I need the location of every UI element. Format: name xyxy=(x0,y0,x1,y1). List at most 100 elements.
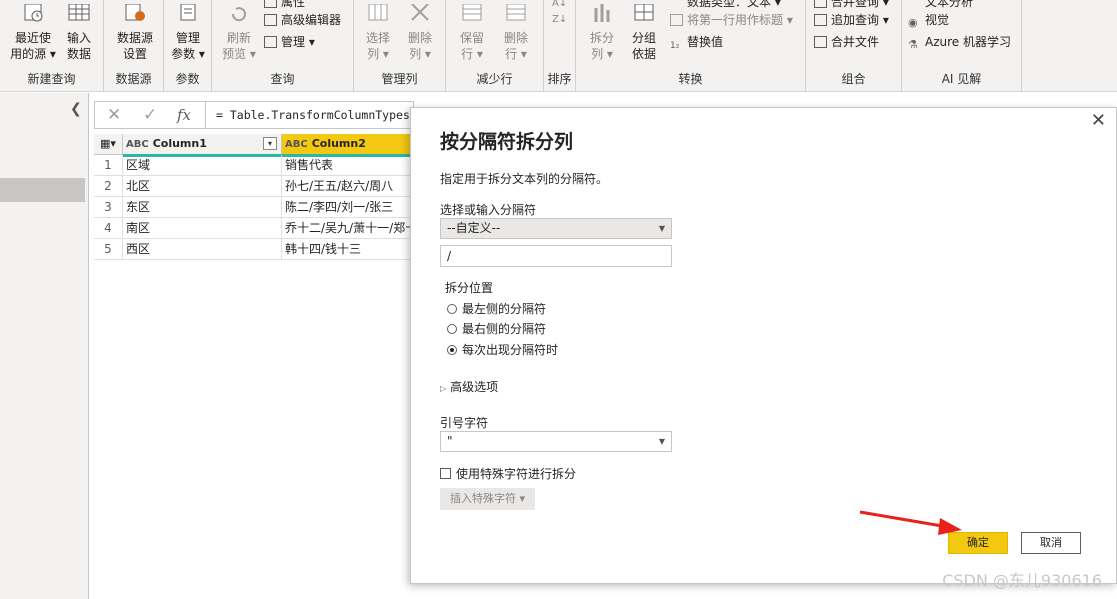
table-row[interactable]: 5 西区 韩十四/钱十三 xyxy=(94,239,414,260)
ribbon: 最近使 用的源 ▾ 输入 数据 新建查询 数据源 设置 数据源 管理 参数 ▾ … xyxy=(0,0,1117,92)
manage-params-label-1: 管理 xyxy=(175,31,200,45)
group-label-combine: 组合 xyxy=(841,72,866,86)
quote-char-select[interactable]: " ▼ xyxy=(440,431,672,452)
group-label-query: 查询 xyxy=(270,72,295,86)
choose-cols-label-1: 选择 xyxy=(365,31,390,45)
azure-ml-button[interactable]: ⚗ Azure 机器学习 xyxy=(908,34,1011,51)
row-number[interactable]: 1 xyxy=(94,155,123,175)
group-data-source: 数据源 设置 数据源 xyxy=(104,0,164,92)
column-header-column1[interactable]: ABC Column1 ▾ xyxy=(123,134,282,154)
cell-column2[interactable]: 韩十四/钱十三 xyxy=(282,239,414,259)
collapse-pane-icon[interactable]: ❮ xyxy=(70,101,82,117)
table-row[interactable]: 4 南区 乔十二/吴九/萧十一/郑十 xyxy=(94,218,414,239)
close-icon[interactable]: ✕ xyxy=(1091,110,1106,131)
split-column-button[interactable]: 拆分 列 ▾ xyxy=(582,4,622,62)
cell-column1[interactable]: 东区 xyxy=(123,197,282,217)
formula-input[interactable]: = Table.TransformColumnTypes(源 xyxy=(205,102,413,128)
cell-column2[interactable]: 陈二/李四/刘一/张三 xyxy=(282,197,414,217)
cell-column2[interactable]: 销售代表 xyxy=(282,155,414,175)
enter-data-label-1: 输入 xyxy=(66,31,91,45)
row-number[interactable]: 3 xyxy=(94,197,123,217)
text-type-icon[interactable]: ABC xyxy=(285,139,308,150)
special-chars-checkbox[interactable]: 使用特殊字符进行拆分 xyxy=(440,465,576,482)
properties-button[interactable]: 属性 xyxy=(264,0,305,10)
cell-column1[interactable]: 西区 xyxy=(123,239,282,259)
keep-rows-icon xyxy=(462,4,482,21)
radio-each-occurrence-label: 每次出现分隔符时 xyxy=(462,343,559,357)
insert-special-char-button[interactable]: 插入特殊字符 ▾ xyxy=(440,488,535,510)
row-number[interactable]: 5 xyxy=(94,239,123,259)
group-label-params: 参数 xyxy=(175,72,200,86)
caret-right-icon: ▷ xyxy=(440,384,447,393)
group-by-icon xyxy=(634,4,654,21)
table-row[interactable]: 3 东区 陈二/李四/刘一/张三 xyxy=(94,197,414,218)
filter-dropdown-icon[interactable]: ▾ xyxy=(263,137,277,150)
group-by-label-2: 依据 xyxy=(631,47,656,61)
first-row-headers-button[interactable]: 将第一行用作标题 ▾ xyxy=(670,12,793,28)
manage-button[interactable]: 管理 ▾ xyxy=(264,34,315,50)
advanced-editor-button[interactable]: 高级编辑器 xyxy=(264,12,341,28)
text-type-icon[interactable]: ABC xyxy=(126,139,149,150)
append-queries-icon xyxy=(814,14,827,26)
recent-sources-label-1: 最近使 xyxy=(14,31,51,45)
append-queries-label: 追加查询 ▾ xyxy=(831,13,889,27)
choose-columns-button[interactable]: 选择 列 ▾ xyxy=(360,4,396,62)
column-header-column2[interactable]: ABC Column2 xyxy=(282,134,414,154)
ds-settings-label-2: 设置 xyxy=(122,47,147,61)
group-ai: 文本分析 ◉ 视觉 ⚗ Azure 机器学习 AI 见解 xyxy=(902,0,1022,92)
cell-column1[interactable]: 北区 xyxy=(123,176,282,196)
radio-right-most[interactable]: 最右侧的分隔符 xyxy=(447,320,546,337)
group-reduce-rows: 保留 行 ▾ 删除 行 ▾ 减少行 xyxy=(446,0,544,92)
gear-icon xyxy=(125,4,145,21)
data-grid: ▦▾ ABC Column1 ▾ ABC Column2 1 区域 销售代表 2 北区 孙七/… xyxy=(94,134,414,260)
group-manage-columns: 选择 列 ▾ 删除 列 ▾ 管理列 xyxy=(354,0,446,92)
radio-left-most[interactable]: 最左侧的分隔符 xyxy=(447,300,546,317)
cell-column1[interactable]: 区域 xyxy=(123,155,282,175)
radio-each-occurrence-circle xyxy=(447,345,457,355)
keep-rows-button[interactable]: 保留 行 ▾ xyxy=(454,4,490,62)
text-analytics-button[interactable]: 文本分析 xyxy=(908,0,973,10)
group-by-button[interactable]: 分组 依据 xyxy=(626,4,662,62)
vision-button[interactable]: ◉ 视觉 xyxy=(908,12,949,29)
sort-ascending-icon[interactable]: A↓ xyxy=(552,0,567,12)
table-row[interactable]: 1 区域 销售代表 xyxy=(94,155,414,176)
data-source-settings-button[interactable]: 数据源 设置 xyxy=(112,4,158,62)
table-menu-icon[interactable]: ▦▾ xyxy=(94,134,123,154)
remove-rows-button[interactable]: 删除 行 ▾ xyxy=(498,4,534,62)
radio-each-occurrence[interactable]: 每次出现分隔符时 xyxy=(447,341,558,358)
advanced-editor-label: 高级编辑器 xyxy=(281,13,342,27)
cancel-formula-icon[interactable]: ✕ xyxy=(107,105,121,125)
data-type-icon xyxy=(670,0,683,8)
group-query: 刷新 预览 ▾ 属性 高级编辑器 管理 ▾ 查询 xyxy=(212,0,354,92)
group-combine: 合并查询 ▾ 追加查询 ▾ 合并文件 组合 xyxy=(806,0,902,92)
recent-sources-button[interactable]: 最近使 用的源 ▾ xyxy=(10,4,56,62)
delimiter-input[interactable]: / xyxy=(440,245,672,267)
cell-column2[interactable]: 孙七/王五/赵六/周八 xyxy=(282,176,414,196)
selected-query-item[interactable] xyxy=(0,178,85,202)
commit-formula-icon[interactable]: ✓ xyxy=(143,105,157,125)
sort-descending-icon[interactable]: Z↓ xyxy=(552,12,567,28)
group-label-sort: 排序 xyxy=(547,72,572,86)
row-number[interactable]: 4 xyxy=(94,218,123,238)
group-sort: A↓ Z↓ 排序 xyxy=(544,0,576,92)
choose-cols-label-2: 列 ▾ xyxy=(367,47,389,61)
replace-values-button[interactable]: 1₂ 替换值 xyxy=(670,34,723,51)
data-type-dropdown[interactable]: 数据类型：文本 ▾ xyxy=(670,0,781,10)
refresh-preview-button[interactable]: 刷新 预览 ▾ xyxy=(218,4,260,62)
cell-column2[interactable]: 乔十二/吴九/萧十一/郑十 xyxy=(282,218,414,238)
cancel-button[interactable]: 取消 xyxy=(1021,532,1081,554)
cell-column1[interactable]: 南区 xyxy=(123,218,282,238)
manage-icon xyxy=(264,36,277,48)
row-number[interactable]: 2 xyxy=(94,176,123,196)
remove-columns-button[interactable]: 删除 列 ▾ xyxy=(402,4,438,62)
combine-files-button[interactable]: 合并文件 xyxy=(814,34,879,50)
append-queries-button[interactable]: 追加查询 ▾ xyxy=(814,12,889,28)
table-row[interactable]: 2 北区 孙七/王五/赵六/周八 xyxy=(94,176,414,197)
delimiter-select[interactable]: --自定义-- ▼ xyxy=(440,218,672,239)
advanced-options-toggle[interactable]: ▷ 高级选项 xyxy=(440,378,498,395)
enter-data-button[interactable]: 输入 数据 xyxy=(62,4,96,62)
manage-params-button[interactable]: 管理 参数 ▾ xyxy=(168,4,208,62)
group-label-transform: 转换 xyxy=(678,72,703,86)
merge-queries-button[interactable]: 合并查询 ▾ xyxy=(814,0,889,10)
split-at-label: 拆分位置 xyxy=(445,281,494,295)
